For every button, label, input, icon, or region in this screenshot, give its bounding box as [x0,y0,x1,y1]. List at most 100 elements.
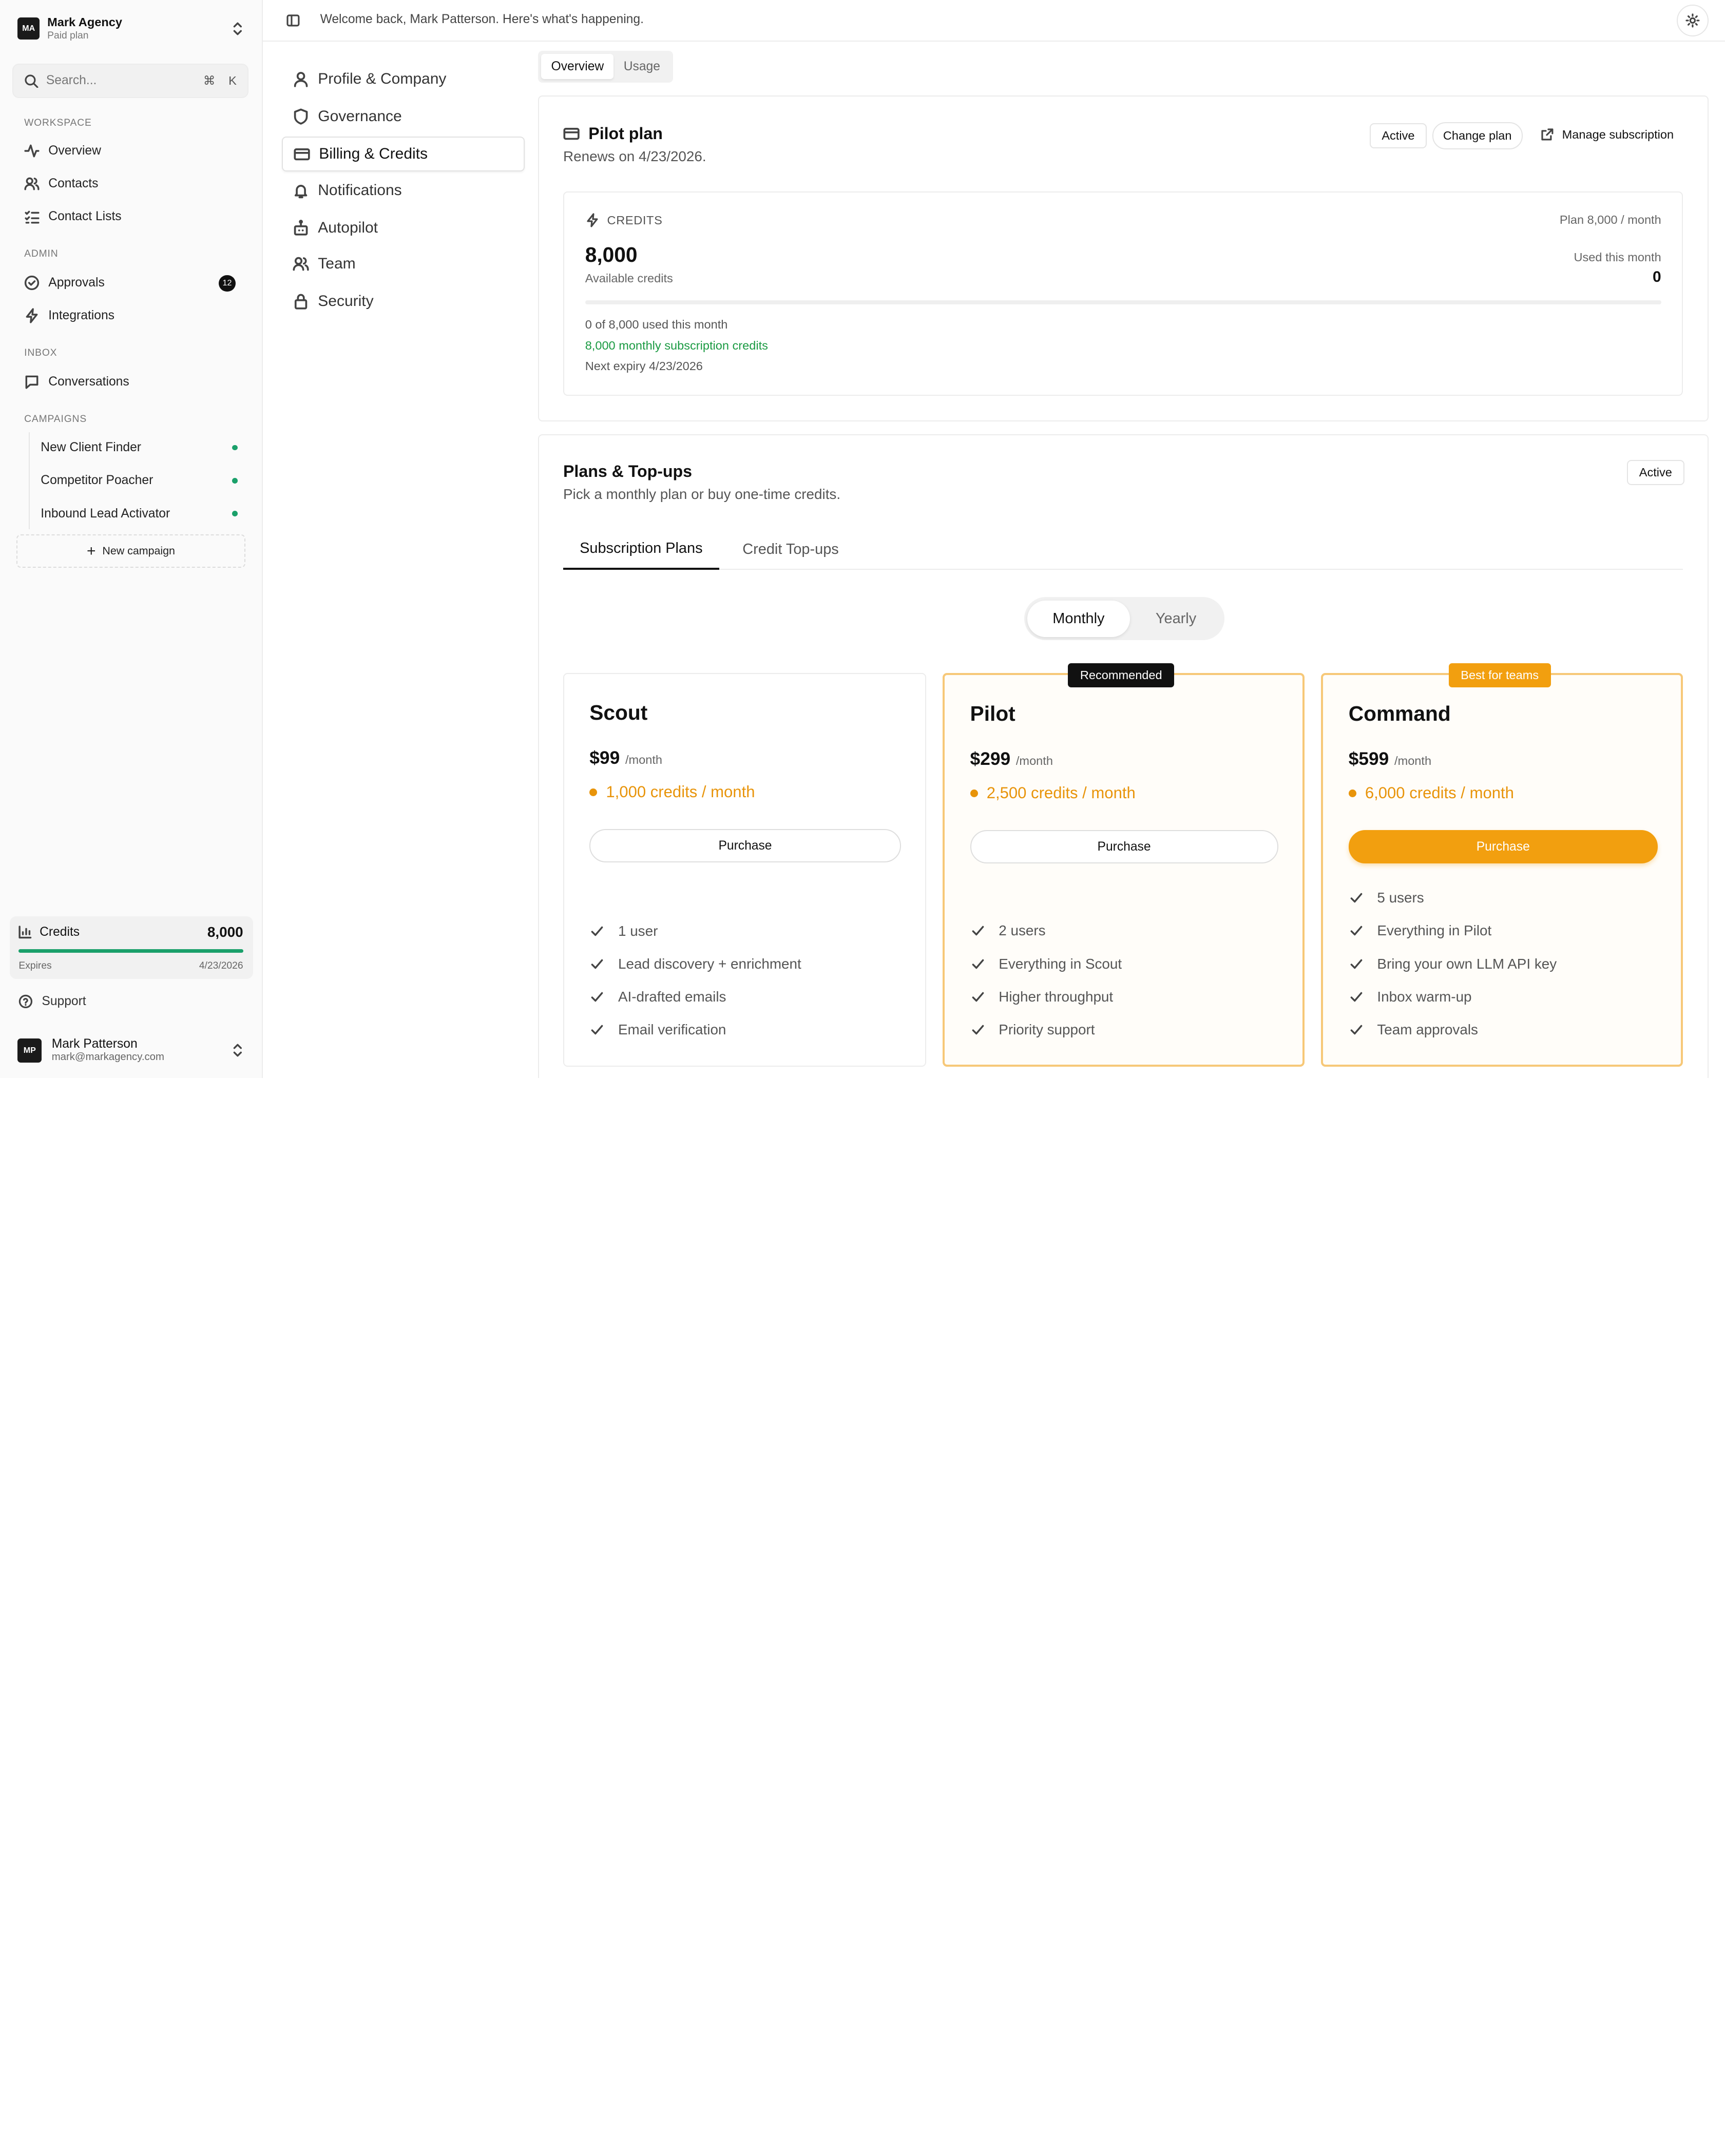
tab-overview[interactable]: Overview [541,53,614,80]
sun-icon [1685,13,1700,28]
change-plan-button[interactable]: Change plan [1432,122,1523,150]
campaign-item[interactable]: Competitor Poacher [41,467,241,495]
check-icon [1350,893,1363,903]
org-switcher[interactable]: MA Mark Agency Paid plan [17,12,244,45]
settings-nav-team[interactable]: Team [282,246,525,282]
plan-feature: 1 user [618,922,658,939]
sidebar-toggle-icon[interactable] [286,13,300,28]
plan-feature: 2 users [999,922,1046,939]
available-credits-value: 8,000 [585,243,638,267]
org-avatar: MA [17,17,40,40]
tab-usage[interactable]: Usage [614,54,670,79]
section-workspace: WORKSPACE [24,118,92,129]
period-yearly[interactable]: Yearly [1132,601,1220,637]
theme-toggle-button[interactable] [1676,4,1709,36]
used-this-month-value: 0 [1653,268,1661,285]
credits-panel: CREDITS 8,000 Available credits Plan 8,0… [563,191,1683,396]
plan-period: /month [1394,754,1432,767]
new-campaign-button[interactable]: + New campaign [16,534,245,568]
plan-feature: Team approvals [1377,1022,1478,1038]
credit-dot-icon [970,789,978,797]
monthly-credits-text: 8,000 monthly subscription credits [585,338,768,352]
credit-dot-icon [589,788,598,796]
campaign-tree-line [28,432,30,529]
used-this-month-label: Used this month [1574,251,1661,264]
plan-card-command: Best for teams Command $599/month 6,000 … [1321,663,1683,1067]
lock-icon [294,294,308,310]
shortcut-key: K [228,73,237,87]
settings-nav-notifications[interactable]: Notifications [282,172,525,208]
nav-conversations[interactable]: Conversations [24,368,244,396]
settings-nav-billing[interactable]: Billing & Credits [281,136,525,172]
nav-contacts[interactable]: Contacts [24,169,244,198]
robot-icon [294,220,308,236]
purchase-button[interactable]: Purchase [589,829,901,862]
support-link[interactable]: Support [18,994,86,1009]
org-name: Mark Agency [47,15,122,29]
settings-nav-profile[interactable]: Profile & Company [282,62,525,97]
lightning-icon [26,308,38,323]
check-circle-icon [24,275,40,290]
billing-period-toggle: Monthly Yearly [1024,597,1224,640]
plan-credits: 1,000 credits / month [606,783,755,801]
settings-nav-label: Autopilot [318,219,378,236]
nav-overview[interactable]: Overview [24,137,244,165]
check-icon [1350,1025,1363,1035]
plan-feature: Higher throughput [999,988,1114,1005]
manage-subscription-button[interactable]: Manage subscription [1540,127,1674,142]
settings-nav-label: Profile & Company [318,70,447,88]
tab-subscription-plans[interactable]: Subscription Plans [563,529,719,570]
settings-nav-security[interactable]: Security [282,284,525,319]
lightning-icon [587,213,598,227]
renewal-date: Renews on 4/23/2026. [563,148,706,165]
settings-nav-governance[interactable]: Governance [282,99,525,134]
plan-card-scout: Scout $99/month 1,000 credits / month Pu… [563,673,927,1067]
sidebar-credits-expires-date: 4/23/2026 [199,960,243,971]
check-icon [591,926,603,936]
check-icon [972,926,984,936]
plan-price: $599 [1348,748,1389,769]
plan-period: /month [625,753,662,766]
purchase-button[interactable]: Purchase [1348,830,1658,863]
check-icon [972,959,984,969]
plan-name: Command [1348,701,1451,725]
nav-contacts-label: Contacts [48,176,99,190]
campaign-item[interactable]: Inbound Lead Activator [41,499,241,528]
section-campaigns: CAMPAIGNS [24,413,87,425]
nav-contact-lists[interactable]: Contact Lists [24,202,244,231]
plan-price: $99 [589,747,620,768]
search-input[interactable]: Search... ⌘ K [12,64,249,98]
external-link-icon [1541,128,1554,141]
plan-feature: Bring your own LLM API key [1377,955,1557,972]
user-icon [294,72,308,87]
settings-nav-autopilot[interactable]: Autopilot [282,210,525,245]
nav-approvals-label: Approvals [48,275,105,290]
plan-credits: 2,500 credits / month [986,784,1136,802]
plans-status-badge: Active [1627,459,1684,485]
nav-integrations[interactable]: Integrations [24,301,244,330]
topbar: Welcome back, Mark Patterson. Here's wha… [263,0,1725,42]
settings-nav-label: Security [318,293,374,310]
period-monthly[interactable]: Monthly [1027,600,1130,637]
campaign-item[interactable]: New Client Finder [41,433,241,462]
check-icon [972,1025,984,1035]
user-menu[interactable]: MP Mark Patterson mark@markagency.com [17,1035,244,1066]
purchase-button[interactable]: Purchase [970,830,1278,863]
search-icon [25,74,39,88]
chat-icon [25,375,39,389]
check-icon [1350,992,1363,1002]
approvals-count-badge: 12 [219,275,236,292]
nav-approvals[interactable]: Approvals 12 [24,268,244,297]
chevron-up-down-icon [233,1044,242,1057]
section-admin: ADMIN [24,248,59,260]
plan-feature: Inbox warm-up [1377,988,1472,1005]
recommended-badge: Recommended [1068,663,1175,687]
credits-section-label: CREDITS [607,213,663,227]
sidebar-credits-expires-label: Expires [18,960,52,971]
shield-icon [294,108,308,125]
new-campaign-label: New campaign [102,545,175,557]
plan-name: Pilot [970,701,1015,725]
plan-name: Scout [589,700,648,724]
tab-credit-topups[interactable]: Credit Top-ups [742,529,838,570]
sidebar-credits-widget[interactable]: Credits 8,000 Expires 4/23/2026 [10,916,253,979]
